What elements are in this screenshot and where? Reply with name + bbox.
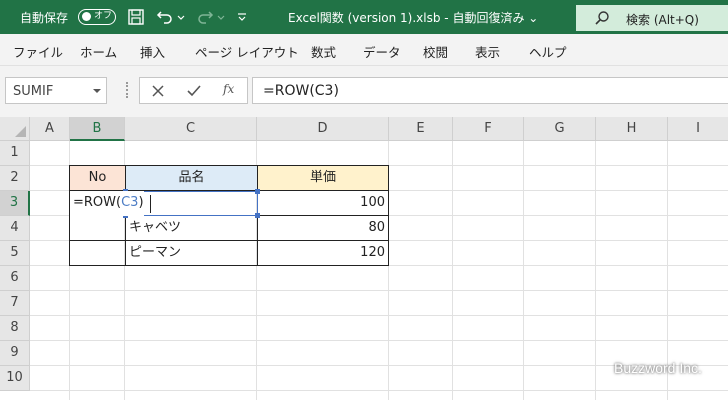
tab-page-layout[interactable]: ページ レイアウト xyxy=(195,42,299,61)
row-header-3[interactable]: 3 xyxy=(0,191,30,216)
row-header-8[interactable]: 8 xyxy=(0,316,30,341)
reference-handle[interactable] xyxy=(255,189,260,194)
autosave-toggle[interactable]: オフ xyxy=(78,9,116,25)
tab-data[interactable]: データ xyxy=(363,42,401,61)
column-header-a[interactable]: A xyxy=(30,117,70,141)
gridline xyxy=(30,290,728,291)
enter-check-icon[interactable] xyxy=(185,82,203,100)
row-header-6[interactable]: 6 xyxy=(0,266,30,291)
table-cell-no[interactable] xyxy=(69,240,126,266)
formula-input[interactable]: =ROW(C3) xyxy=(252,77,728,104)
column-header-h[interactable]: H xyxy=(596,117,668,141)
insert-function-icon[interactable]: fx xyxy=(223,82,234,96)
cancel-icon[interactable] xyxy=(149,82,167,100)
gridline xyxy=(30,390,728,391)
tab-home[interactable]: ホーム xyxy=(80,42,117,61)
search-label: 検索 (Alt+Q) xyxy=(626,13,699,27)
formula-bar-area: SUMIF fx =ROW(C3) xyxy=(0,66,728,117)
name-box-dropdown-icon[interactable] xyxy=(93,89,101,93)
row-header-4[interactable]: 4 xyxy=(0,216,30,241)
window-title: Excel関数 (version 1).xlsb - 自動回復済み ⌄ xyxy=(288,11,539,25)
table-cell-item[interactable]: ピーマン xyxy=(125,240,258,266)
name-box[interactable]: SUMIF xyxy=(5,77,107,104)
undo-icon[interactable] xyxy=(156,8,174,26)
row-header-9[interactable]: 9 xyxy=(0,341,30,366)
column-header-b[interactable]: B xyxy=(70,117,125,141)
gridline xyxy=(452,141,453,400)
name-box-value: SUMIF xyxy=(13,84,54,99)
formula-reference-highlight xyxy=(123,189,260,218)
toggle-knob xyxy=(82,12,91,21)
cell-editor[interactable]: =ROW(C3) xyxy=(70,191,144,216)
table-cell-price[interactable]: 100 xyxy=(257,190,389,216)
tab-insert[interactable]: 挿入 xyxy=(140,42,165,61)
column-header-c[interactable]: C xyxy=(125,117,257,141)
search-icon xyxy=(595,11,609,25)
cell-editor-suffix: ) xyxy=(138,195,144,210)
reference-handle[interactable] xyxy=(255,213,260,218)
column-header-d[interactable]: D xyxy=(257,117,389,141)
gridline xyxy=(523,141,524,400)
redo-dropdown-icon[interactable] xyxy=(216,8,226,26)
column-header-i[interactable]: I xyxy=(668,117,728,141)
row-header-1[interactable]: 1 xyxy=(0,141,30,166)
autosave-label: 自動保存 xyxy=(20,11,69,25)
row-header-7[interactable]: 7 xyxy=(0,291,30,316)
formula-text: =ROW(C3) xyxy=(263,83,339,99)
gridline xyxy=(30,315,728,316)
watermark: Buzzword Inc. xyxy=(614,360,702,376)
undo-dropdown-icon[interactable] xyxy=(176,8,186,26)
cell-editor-prefix: =ROW( xyxy=(73,195,122,210)
search-box[interactable]: 検索 (Alt+Q) xyxy=(576,5,728,31)
row-header-5[interactable]: 5 xyxy=(0,241,30,266)
select-all-triangle-icon xyxy=(15,126,26,137)
tab-formulas[interactable]: 数式 xyxy=(311,42,336,61)
title-bar: 自動保存 オフ Excel関数 (version 1).xlsb - 自動回復済… xyxy=(0,0,728,34)
text-caret xyxy=(150,195,151,213)
table-header-price[interactable]: 単価 xyxy=(257,165,389,191)
autosave-state: オフ xyxy=(94,11,113,21)
redo-icon[interactable] xyxy=(196,8,214,26)
column-header-f[interactable]: F xyxy=(453,117,524,141)
table-cell-price[interactable]: 80 xyxy=(257,215,389,241)
formula-bar-splitter[interactable] xyxy=(126,82,129,98)
tab-help[interactable]: ヘルプ xyxy=(529,42,567,61)
tab-review[interactable]: 校閲 xyxy=(423,42,448,61)
formula-buttons: fx xyxy=(139,77,248,104)
table-header-item[interactable]: 品名 xyxy=(125,165,258,191)
gridline xyxy=(595,141,596,400)
table-cell-item[interactable]: キャベツ xyxy=(125,215,258,241)
select-all-button[interactable] xyxy=(0,117,30,141)
row-header-10[interactable]: 10 xyxy=(0,366,30,391)
save-icon[interactable] xyxy=(127,8,145,26)
customize-toolbar-icon[interactable] xyxy=(236,8,248,26)
column-header-e[interactable]: E xyxy=(389,117,453,141)
ribbon-tabs: ファイル ホーム 挿入 ページ レイアウト 数式 データ 校閲 表示 ヘルプ xyxy=(0,34,728,66)
tab-view[interactable]: 表示 xyxy=(475,42,500,61)
column-header-g[interactable]: G xyxy=(524,117,596,141)
table-cell-price[interactable]: 120 xyxy=(257,240,389,266)
cell-editor-reference: C3 xyxy=(121,195,139,210)
table-cell-no[interactable] xyxy=(69,215,126,241)
gridline xyxy=(30,340,728,341)
tab-file[interactable]: ファイル xyxy=(13,42,63,61)
table-header-no[interactable]: No xyxy=(69,165,126,191)
row-header-2[interactable]: 2 xyxy=(0,166,30,191)
worksheet-grid[interactable]: A B C D E F G H I 1 2 3 4 5 6 7 8 9 10 N… xyxy=(0,117,728,400)
